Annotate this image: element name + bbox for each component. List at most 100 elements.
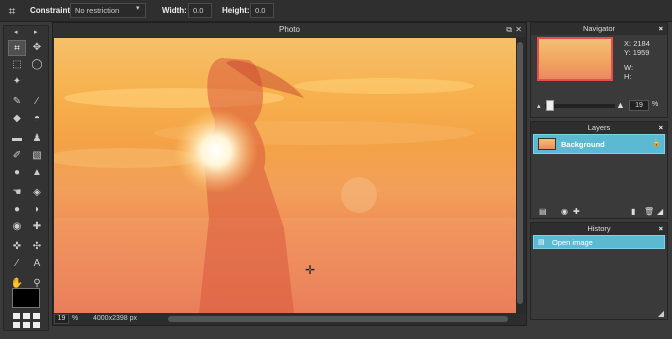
image-canvas[interactable]: ✛ bbox=[54, 38, 516, 313]
dodge-tool-icon[interactable]: ● bbox=[8, 202, 26, 218]
history-header: History × bbox=[531, 223, 667, 235]
trash-icon[interactable]: 🗑 bbox=[644, 207, 654, 216]
eraser-tool-icon[interactable]: ◆ bbox=[8, 111, 26, 127]
navigator-coords: X: 2184 Y: 1959 W: H: bbox=[624, 39, 650, 81]
type-tool-icon[interactable]: A bbox=[28, 256, 46, 272]
sponge-tool-icon[interactable]: ◈ bbox=[28, 185, 46, 201]
color-picker-tool-icon[interactable]: ∕ bbox=[8, 256, 26, 272]
blur-tool-icon[interactable]: ● bbox=[8, 165, 26, 181]
constraint-label: Constraint: bbox=[30, 6, 73, 15]
width-value: 0.0 bbox=[193, 6, 204, 15]
horizontal-scrollbar[interactable] bbox=[168, 316, 508, 322]
x-label: X: bbox=[624, 39, 632, 48]
pencil-tool-icon[interactable]: ✎ bbox=[8, 94, 26, 110]
y-value: 1959 bbox=[632, 48, 650, 57]
chevron-down-icon[interactable]: ▾ bbox=[136, 4, 140, 12]
history-label: Open image bbox=[552, 238, 593, 247]
layer-styles-icon[interactable]: ✚ bbox=[573, 207, 580, 216]
draw-tool-icon[interactable]: ▧ bbox=[28, 148, 46, 164]
move-tool-icon[interactable]: ✥ bbox=[28, 40, 46, 56]
layer-name: Background bbox=[561, 140, 605, 149]
height-value: 0.0 bbox=[255, 6, 266, 15]
close-icon[interactable]: ✕ bbox=[515, 23, 522, 37]
marquee-tool-icon[interactable]: ⬚ bbox=[8, 57, 26, 73]
height-label: Height: bbox=[222, 6, 250, 15]
vertical-scrollbar[interactable] bbox=[516, 38, 524, 313]
navigator-preview[interactable] bbox=[537, 37, 613, 81]
color-replace-tool-icon[interactable]: ✐ bbox=[8, 148, 26, 164]
photo-window: Photo ⧉ ✕ ✛ 19 % 4000x2398 px bbox=[52, 22, 527, 326]
navigator-header: Navigator × bbox=[531, 23, 667, 35]
navigator-panel: Navigator × X: 2184 Y: 1959 W: H: ▴ ▲ 19… bbox=[530, 22, 668, 118]
h-label: H: bbox=[624, 72, 632, 81]
photo-titlebar: Photo ⧉ ✕ bbox=[53, 23, 526, 37]
navigator-zoom-unit: % bbox=[652, 101, 659, 108]
image-dimensions: 4000x2398 px bbox=[93, 315, 137, 322]
w-label: W: bbox=[624, 63, 634, 72]
width-input[interactable]: 0.0 bbox=[188, 3, 212, 18]
layers-header: Layers × bbox=[531, 122, 667, 134]
navigator-zoom-value: 19 bbox=[635, 102, 643, 109]
history-item[interactable]: ▤ Open image bbox=[533, 235, 665, 249]
layer-toolbar: ▤ ◉ ✚ ▮ 🗑 ◢ bbox=[531, 206, 667, 218]
y-label: Y: bbox=[624, 48, 631, 57]
photo-statusbar: 19 % 4000x2398 px bbox=[53, 313, 526, 325]
chevron-left-icon[interactable]: ◂ bbox=[14, 28, 18, 36]
photo-image bbox=[54, 58, 516, 313]
zoom-input[interactable]: 19 bbox=[54, 314, 69, 324]
layers-title: Layers bbox=[587, 123, 611, 132]
width-label: Width: bbox=[162, 6, 187, 15]
move-cursor-icon: ✛ bbox=[305, 263, 316, 277]
zoom-out-icon[interactable]: ▴ bbox=[537, 102, 541, 110]
crop-icon[interactable]: ⌗ bbox=[4, 3, 20, 19]
zoom-slider[interactable] bbox=[545, 104, 615, 108]
gradient-tool-icon[interactable]: ▬ bbox=[8, 131, 26, 147]
red-eye-tool-icon[interactable]: ◉ bbox=[8, 219, 26, 235]
sharpen-tool-icon[interactable]: ▲ bbox=[28, 165, 46, 181]
zoom-unit: % bbox=[72, 315, 79, 322]
close-icon[interactable]: × bbox=[659, 122, 663, 134]
chevron-right-icon[interactable]: ▸ bbox=[34, 28, 38, 36]
zoom-in-icon[interactable]: ▲ bbox=[616, 100, 625, 110]
view-mode-icon[interactable] bbox=[13, 313, 41, 329]
layer-thumbnail bbox=[538, 138, 556, 150]
x-value: 2184 bbox=[633, 39, 650, 48]
navigator-zoom: ▴ ▲ 19 % bbox=[537, 100, 663, 112]
height-input[interactable]: 0.0 bbox=[250, 3, 274, 18]
options-bar: ⌗ Constraint: No restriction ▾ Width: 0.… bbox=[0, 0, 672, 22]
restore-icon[interactable]: ⧉ bbox=[506, 23, 512, 37]
constraint-select[interactable]: No restriction bbox=[70, 3, 146, 18]
toolbox: ◂ ▸ ⌗ ✥ ⬚ ◯ ✦ ✎ ∕ ◆ ◓ ▬ ♟ ✐ ▧ ● ▲ ☚ ◈ ● ◗ ◉ ✚ ✜ ✣ ∕ A ✋ ⚲ bbox=[3, 25, 49, 331]
lock-icon: 🔒 bbox=[652, 140, 661, 147]
spot-heal-tool-icon[interactable]: ✚ bbox=[28, 219, 46, 235]
navigator-zoom-input[interactable]: 19 bbox=[629, 100, 649, 111]
document-icon: ▤ bbox=[538, 239, 545, 246]
layer-item[interactable]: Background 🔒 bbox=[533, 134, 665, 154]
toolbox-nav: ◂ ▸ bbox=[4, 28, 50, 38]
history-title: History bbox=[587, 224, 611, 233]
brush-tool-icon[interactable]: ∕ bbox=[28, 94, 46, 110]
pinch-tool-icon[interactable]: ✣ bbox=[28, 239, 46, 255]
layer-mask-icon[interactable]: ◉ bbox=[561, 207, 568, 216]
history-panel: History × ▤ Open image ◢ bbox=[530, 222, 668, 320]
close-icon[interactable]: × bbox=[659, 223, 663, 235]
layers-panel: Layers × Background 🔒 ▤ ◉ ✚ ▮ 🗑 ◢ bbox=[530, 121, 668, 219]
close-icon[interactable]: × bbox=[659, 23, 663, 35]
crop-tool-icon[interactable]: ⌗ bbox=[8, 40, 26, 56]
bloat-tool-icon[interactable]: ✜ bbox=[8, 239, 26, 255]
paint-bucket-tool-icon[interactable]: ◓ bbox=[28, 111, 46, 127]
lasso-tool-icon[interactable]: ◯ bbox=[28, 57, 46, 73]
zoom-slider-handle[interactable] bbox=[546, 100, 554, 111]
smudge-tool-icon[interactable]: ☚ bbox=[8, 185, 26, 201]
stamp-tool-icon[interactable]: ♟ bbox=[28, 131, 46, 147]
photo-title: Photo bbox=[279, 25, 300, 34]
resize-grip-icon[interactable]: ◢ bbox=[658, 309, 664, 318]
navigator-title: Navigator bbox=[582, 24, 616, 33]
resize-grip-icon[interactable]: ◢ bbox=[657, 207, 663, 216]
magic-wand-tool-icon[interactable]: ✦ bbox=[8, 74, 26, 90]
foreground-color-swatch[interactable] bbox=[12, 288, 40, 308]
layer-settings-icon[interactable]: ▤ bbox=[539, 207, 547, 216]
burn-tool-icon[interactable]: ◗ bbox=[28, 202, 46, 218]
zoom-value: 19 bbox=[57, 315, 66, 322]
new-layer-icon[interactable]: ▮ bbox=[631, 207, 635, 216]
